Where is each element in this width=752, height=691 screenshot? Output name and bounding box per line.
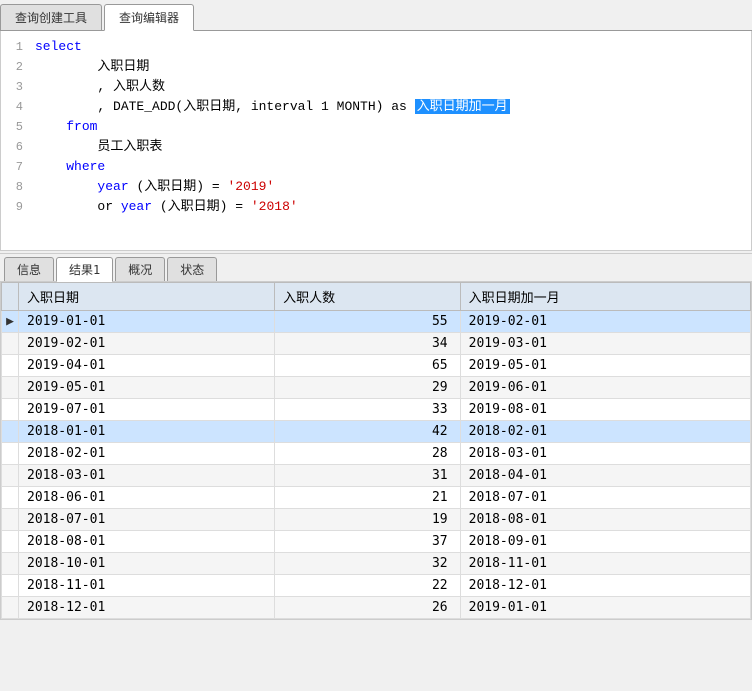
cell-count: 55 <box>275 311 461 333</box>
table-row[interactable]: 2018-03-01312018-04-01 <box>2 465 751 487</box>
code-line-8: 8 year (入职日期) = '2019' <box>1 177 751 197</box>
row-indicator <box>2 443 19 465</box>
cell-count: 29 <box>275 377 461 399</box>
tab-overview[interactable]: 概况 <box>115 257 165 281</box>
row-indicator <box>2 465 19 487</box>
cell-count: 37 <box>275 531 461 553</box>
cell-date: 2019-05-01 <box>19 377 275 399</box>
table-row[interactable]: ▶2019-01-01552019-02-01 <box>2 311 751 333</box>
table-row[interactable]: 2018-01-01422018-02-01 <box>2 421 751 443</box>
row-indicator <box>2 355 19 377</box>
tab-query-builder[interactable]: 查询创建工具 <box>0 4 102 30</box>
cell-date-plus: 2018-02-01 <box>460 421 750 443</box>
code-line-2: 2 入职日期 <box>1 57 751 77</box>
top-tab-bar: 查询创建工具 查询编辑器 <box>0 0 752 31</box>
cell-date: 2018-06-01 <box>19 487 275 509</box>
result-table: 入职日期 入职人数 入职日期加一月 ▶2019-01-01552019-02-0… <box>1 282 751 619</box>
code-line-5: 5 from <box>1 117 751 137</box>
cell-date-plus: 2018-12-01 <box>460 575 750 597</box>
result-container: 入职日期 入职人数 入职日期加一月 ▶2019-01-01552019-02-0… <box>0 282 752 620</box>
row-indicator: ▶ <box>2 311 19 333</box>
table-row[interactable]: 2018-02-01282018-03-01 <box>2 443 751 465</box>
row-indicator <box>2 421 19 443</box>
cell-count: 28 <box>275 443 461 465</box>
cell-count: 26 <box>275 597 461 619</box>
table-row[interactable]: 2018-10-01322018-11-01 <box>2 553 751 575</box>
code-line-6: 6 员工入职表 <box>1 137 751 157</box>
table-header-row: 入职日期 入职人数 入职日期加一月 <box>2 283 751 311</box>
cell-date: 2018-07-01 <box>19 509 275 531</box>
row-indicator <box>2 575 19 597</box>
cell-count: 42 <box>275 421 461 443</box>
code-line-9: 9 or year (入职日期) = '2018' <box>1 197 751 217</box>
cell-date-plus: 2018-07-01 <box>460 487 750 509</box>
cell-count: 32 <box>275 553 461 575</box>
table-row[interactable]: 2019-05-01292019-06-01 <box>2 377 751 399</box>
cell-date: 2019-02-01 <box>19 333 275 355</box>
table-row[interactable]: 2018-12-01262019-01-01 <box>2 597 751 619</box>
code-line-3: 3 , 入职人数 <box>1 77 751 97</box>
cell-date-plus: 2018-11-01 <box>460 553 750 575</box>
cell-date-plus: 2018-08-01 <box>460 509 750 531</box>
code-line-4: 4 , DATE_ADD(入职日期, interval 1 MONTH) as … <box>1 97 751 117</box>
tab-result1[interactable]: 结果1 <box>56 257 113 282</box>
tab-query-editor[interactable]: 查询编辑器 <box>104 4 194 31</box>
cell-date: 2018-12-01 <box>19 597 275 619</box>
cell-count: 21 <box>275 487 461 509</box>
cell-date: 2019-07-01 <box>19 399 275 421</box>
header-date-plus: 入职日期加一月 <box>460 283 750 311</box>
cell-date: 2019-01-01 <box>19 311 275 333</box>
row-indicator <box>2 531 19 553</box>
cell-date-plus: 2018-09-01 <box>460 531 750 553</box>
table-row[interactable]: 2019-02-01342019-03-01 <box>2 333 751 355</box>
row-indicator <box>2 597 19 619</box>
row-indicator <box>2 487 19 509</box>
cell-date: 2018-08-01 <box>19 531 275 553</box>
row-indicator <box>2 553 19 575</box>
row-indicator <box>2 509 19 531</box>
table-row[interactable]: 2018-11-01222018-12-01 <box>2 575 751 597</box>
row-indicator <box>2 399 19 421</box>
cell-date-plus: 2019-01-01 <box>460 597 750 619</box>
table-row[interactable]: 2019-07-01332019-08-01 <box>2 399 751 421</box>
cell-date-plus: 2019-05-01 <box>460 355 750 377</box>
cell-count: 33 <box>275 399 461 421</box>
cell-date-plus: 2019-08-01 <box>460 399 750 421</box>
table-row[interactable]: 2018-07-01192018-08-01 <box>2 509 751 531</box>
cell-date: 2018-03-01 <box>19 465 275 487</box>
sql-editor[interactable]: 1 select 2 入职日期 3 , 入职人数 4 , DATE_ADD(入职… <box>0 31 752 251</box>
cell-date: 2018-01-01 <box>19 421 275 443</box>
cell-date-plus: 2019-02-01 <box>460 311 750 333</box>
row-indicator <box>2 333 19 355</box>
cell-count: 22 <box>275 575 461 597</box>
table-row[interactable]: 2019-04-01652019-05-01 <box>2 355 751 377</box>
header-indicator <box>2 283 19 311</box>
tab-status[interactable]: 状态 <box>167 257 217 281</box>
cell-count: 34 <box>275 333 461 355</box>
header-date: 入职日期 <box>19 283 275 311</box>
cell-date-plus: 2019-06-01 <box>460 377 750 399</box>
cell-date-plus: 2019-03-01 <box>460 333 750 355</box>
cell-count: 65 <box>275 355 461 377</box>
cell-date: 2018-10-01 <box>19 553 275 575</box>
cell-date: 2018-11-01 <box>19 575 275 597</box>
cell-date-plus: 2018-03-01 <box>460 443 750 465</box>
header-count: 入职人数 <box>275 283 461 311</box>
cell-count: 19 <box>275 509 461 531</box>
cell-date: 2018-02-01 <box>19 443 275 465</box>
highlight-alias: 入职日期加一月 <box>415 99 510 114</box>
table-row[interactable]: 2018-08-01372018-09-01 <box>2 531 751 553</box>
table-body: ▶2019-01-01552019-02-012019-02-01342019-… <box>2 311 751 619</box>
cell-date-plus: 2018-04-01 <box>460 465 750 487</box>
cell-date: 2019-04-01 <box>19 355 275 377</box>
table-row[interactable]: 2018-06-01212018-07-01 <box>2 487 751 509</box>
row-indicator <box>2 377 19 399</box>
bottom-tab-bar: 信息 结果1 概况 状态 <box>0 253 752 282</box>
code-line-7: 7 where <box>1 157 751 177</box>
tab-info[interactable]: 信息 <box>4 257 54 281</box>
code-line-1: 1 select <box>1 37 751 57</box>
cell-count: 31 <box>275 465 461 487</box>
